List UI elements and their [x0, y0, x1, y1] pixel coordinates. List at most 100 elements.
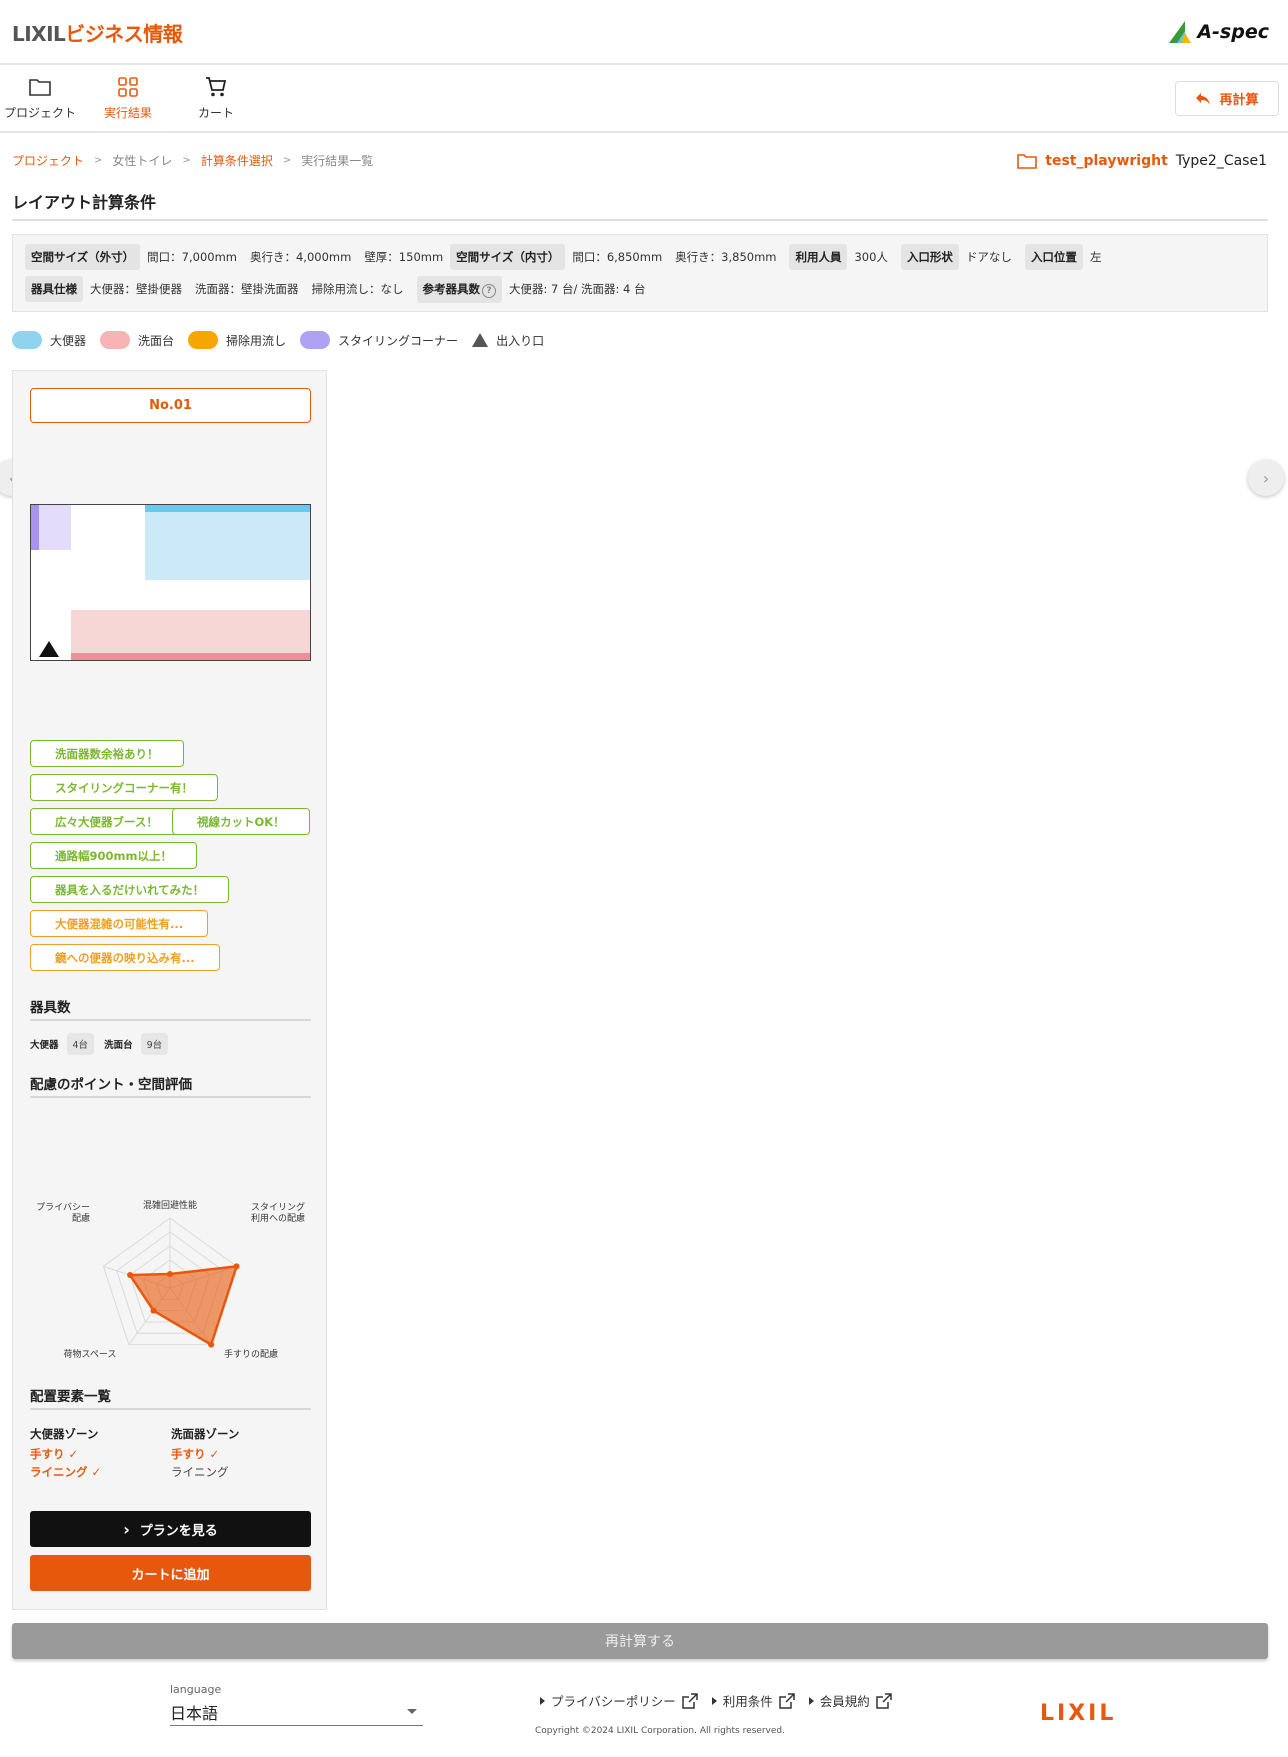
nav-item-project[interactable]: プロジェクト — [0, 76, 80, 121]
radar-axis-label: 荷物スペース — [64, 1348, 117, 1360]
breadcrumb-separator: > — [282, 155, 292, 166]
language-select[interactable]: 日本語 — [170, 1698, 423, 1726]
copyright: Copyright ©2024 LIXIL Corporation. All r… — [535, 1726, 785, 1736]
legend-label: 出入り口 — [496, 333, 545, 348]
nav-item-cart[interactable]: カート — [176, 76, 256, 121]
language-label: language — [170, 1683, 222, 1696]
legend-swatch — [100, 331, 131, 349]
legend-label: 掃除用流し — [226, 333, 287, 348]
folder-icon — [29, 79, 51, 96]
eval-tag: 視線カットOK！ — [172, 808, 310, 835]
toilet-zone — [145, 512, 310, 580]
chevron-right-icon: › — [1262, 468, 1270, 488]
reference-count-label: 参考器具数 — [422, 281, 481, 296]
privacy-policy-link[interactable]: プライバシーポリシー — [540, 1691, 698, 1710]
toilet-count-label: 大便器 — [30, 1040, 59, 1051]
footer-links: プライバシーポリシー 利用条件 会員規約 — [540, 1691, 892, 1710]
legend-item-entrance: 出入り口 — [472, 332, 544, 349]
eval-divider — [30, 1096, 311, 1098]
nav-item-results[interactable]: 実行結果 — [88, 76, 168, 121]
inner-width: 間口：6,850mm — [572, 250, 663, 264]
aspec-logo[interactable]: A-spec — [1169, 20, 1269, 44]
result-number[interactable]: No.01 — [30, 388, 311, 423]
legend: 大便器 洗面台 掃除用流し スタイリングコーナー 出入り口 — [12, 331, 550, 349]
result-card: No.01 洗面器数余裕あり！ スタイリングコーナー有！ 広々大便器ブース！ 視… — [12, 370, 327, 1610]
warning-tag: 鏡への便器の映り込み有... — [30, 944, 220, 971]
entrance-triangle-icon — [39, 641, 59, 657]
calc-conditions-panel: 空間サイズ（外寸） 間口：7,000mm 奥行き：4,000mm 壁厚：150m… — [12, 234, 1268, 312]
outer-size-chip: 空間サイズ（外寸） — [25, 244, 141, 270]
users-chip: 利用人員 — [789, 244, 848, 270]
external-link-icon — [682, 1692, 698, 1709]
project-name[interactable]: test_playwright — [1045, 153, 1168, 169]
nav-label: 実行結果 — [103, 106, 152, 120]
triangle-right-icon — [808, 1696, 814, 1705]
spec-cleaning-sink: 掃除用流し：なし — [311, 282, 404, 296]
eval-tag: 洗面器数余裕あり！ — [30, 740, 184, 767]
view-plan-label: プランを見る — [139, 1523, 218, 1539]
elements-title: 配置要素一覧 — [30, 1389, 111, 1405]
legend-swatch — [188, 331, 219, 349]
brand-logo[interactable]: LIXILビジネス情報 — [12, 18, 183, 47]
layout-preview[interactable] — [30, 504, 311, 661]
external-link-icon — [779, 1692, 795, 1709]
counts-divider — [30, 1019, 311, 1021]
view-plan-button[interactable]: › プランを見る — [30, 1511, 311, 1547]
breadcrumb-condition-select[interactable]: 計算条件選択 — [201, 152, 273, 169]
brand-business-info: ビジネス情報 — [65, 22, 183, 46]
zone-title: 洗面器ゾーン — [171, 1427, 240, 1441]
entrance-triangle-icon — [472, 333, 489, 347]
reference-count-value: 大便器: 7 台/ 洗面器: 4 台 — [509, 282, 646, 296]
breadcrumb: プロジェクト > 女性トイレ > 計算条件選択 > 実行結果一覧 — [12, 152, 373, 169]
toilet-wall — [145, 505, 310, 512]
eval-tag: 通路幅900mm以上！ — [30, 842, 197, 869]
radar-data-point — [208, 1341, 215, 1348]
warning-tag: 大便器混雑の可能性有... — [30, 910, 209, 937]
radar-axis-label: プライバシー — [36, 1202, 90, 1213]
fixture-counts: 大便器 4台 洗面台 9台 — [30, 1033, 169, 1055]
recalc-button[interactable]: 再計算 — [1175, 81, 1279, 116]
title-divider — [12, 219, 1268, 221]
legend-item-toilet: 大便器 — [12, 331, 86, 349]
entrance-gap — [31, 659, 69, 660]
zone-title: 大便器ゾーン — [30, 1427, 99, 1441]
terms-of-use-link[interactable]: 利用条件 — [711, 1691, 795, 1710]
legend-label: スタイリングコーナー — [338, 333, 459, 348]
legend-label: 洗面台 — [138, 333, 175, 348]
aspec-text: A-spec — [1197, 21, 1269, 43]
breadcrumb-womens-toilet: 女性トイレ — [112, 154, 173, 168]
chevron-right-icon: › — [123, 1519, 130, 1539]
outer-depth: 奥行き：4,000mm — [249, 250, 352, 264]
membership-terms-link[interactable]: 会員規約 — [808, 1691, 892, 1710]
add-to-cart-button[interactable]: カートに追加 — [30, 1555, 311, 1591]
radar-axis-label: 配慮 — [72, 1212, 90, 1224]
brand-lixil: LIXIL — [12, 22, 66, 46]
styling-corner-mirror — [31, 505, 39, 550]
reference-count-chip: 参考器具数? — [416, 275, 502, 303]
basin-counter — [71, 653, 310, 660]
spec-chip: 器具仕様 — [25, 276, 83, 302]
aspec-mark-icon — [1169, 21, 1192, 43]
help-icon[interactable]: ? — [482, 283, 496, 298]
zone-item-handrail: 手すり ✓ — [30, 1447, 79, 1461]
radar-data-point — [167, 1271, 173, 1277]
recalc-label: 再計算 — [1219, 93, 1259, 108]
zone-toilet: 大便器ゾーン 手すり ✓ ライニング ✓ — [30, 1425, 101, 1481]
radar-data-point — [233, 1263, 240, 1270]
conditions-row-space: 空間サイズ（外寸） 間口：7,000mm 奥行き：4,000mm 壁厚：150m… — [25, 244, 1255, 270]
carousel-next-button[interactable]: › — [1248, 460, 1284, 496]
radar-axis-label: スタイリング — [251, 1201, 305, 1213]
radar-axis-label: 手すりの配慮 — [224, 1348, 278, 1360]
nav-label: プロジェクト — [3, 106, 76, 120]
language-value: 日本語 — [170, 1703, 219, 1723]
lixil-logo[interactable]: LIXIL — [1040, 1701, 1116, 1726]
eval-tag: スタイリングコーナー有！ — [30, 774, 218, 801]
spec-toilet: 大便器：壁掛便器 — [90, 282, 182, 296]
recalculate-button[interactable]: 再計算する — [12, 1623, 1268, 1659]
radar-axis-label: 利用への配慮 — [251, 1212, 305, 1224]
inner-size-chip: 空間サイズ（内寸） — [450, 244, 566, 270]
project-indicator: test_playwright Type2_Case1 — [1017, 152, 1267, 170]
spec-basin: 洗面器：壁掛洗面器 — [195, 282, 299, 296]
breadcrumb-project[interactable]: プロジェクト — [12, 152, 84, 169]
zone-item-lining: ライニング ✓ — [30, 1465, 102, 1479]
